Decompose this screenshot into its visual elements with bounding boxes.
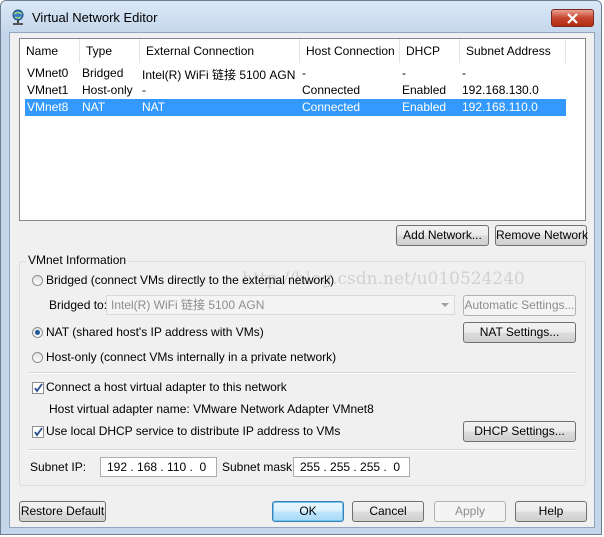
cell-dhcp: -: [402, 66, 406, 80]
cell-subnet: -: [462, 66, 466, 80]
window: Virtual Network Editor Name Type Externa…: [0, 0, 602, 535]
bridged-radio[interactable]: [32, 275, 43, 286]
add-network-button[interactable]: Add Network...: [396, 225, 489, 246]
cell-host: Connected: [302, 83, 361, 97]
connect-adapter-label[interactable]: Connect a host virtual adapter to this n…: [46, 380, 287, 394]
cell-host: Connected: [302, 100, 361, 114]
remove-network-button[interactable]: Remove Network: [495, 225, 588, 246]
apply-button[interactable]: Apply: [434, 501, 506, 522]
network-list[interactable]: Name Type External Connection Host Conne…: [19, 38, 586, 221]
adapter-name-label: Host virtual adapter name: VMware Networ…: [49, 402, 374, 416]
column-header-dhcp[interactable]: DHCP: [400, 39, 460, 63]
dhcp-settings-button[interactable]: DHCP Settings...: [463, 421, 576, 442]
nat-label[interactable]: NAT (shared host's IP address with VMs): [46, 325, 264, 339]
checkmark-icon: [34, 383, 43, 393]
checkmark-icon: [34, 427, 43, 437]
subnet-ip-input[interactable]: 192 . 168 . 110 . 0: [100, 457, 217, 477]
window-title: Virtual Network Editor: [32, 10, 158, 25]
automatic-settings-button[interactable]: Automatic Settings...: [463, 295, 576, 316]
dhcp-checkbox[interactable]: [32, 426, 44, 438]
table-row[interactable]: VMnet1 Host-only - Connected Enabled 192…: [25, 82, 566, 99]
cancel-button[interactable]: Cancel: [352, 501, 424, 522]
vmnet-info-label: VMnet Information: [26, 253, 129, 267]
column-header-subnet[interactable]: Subnet Address: [460, 39, 566, 63]
bridged-to-value: Intel(R) WiFi 链接 5100 AGN: [111, 298, 265, 312]
cell-name: VMnet0: [27, 66, 69, 80]
hostonly-label[interactable]: Host-only (connect VMs internally in a p…: [46, 350, 336, 364]
cell-name: VMnet1: [27, 83, 69, 97]
bridged-to-select[interactable]: Intel(R) WiFi 链接 5100 AGN: [106, 295, 455, 315]
column-header-external[interactable]: External Connection: [140, 39, 300, 63]
dialog-client: Name Type External Connection Host Conne…: [9, 32, 595, 528]
close-button[interactable]: [551, 9, 594, 27]
nat-settings-button[interactable]: NAT Settings...: [463, 322, 576, 343]
table-row-selected[interactable]: VMnet8 NAT NAT Connected Enabled 192.168…: [25, 99, 566, 116]
cell-external: Intel(R) WiFi 链接 5100 AGN: [142, 68, 296, 82]
cell-name: VMnet8: [27, 100, 69, 114]
bridged-label[interactable]: Bridged (connect VMs directly to the ext…: [46, 273, 334, 287]
nat-radio[interactable]: [32, 327, 43, 338]
column-header-name[interactable]: Name: [20, 39, 80, 63]
cell-dhcp: Enabled: [402, 100, 447, 114]
cell-host: -: [302, 66, 306, 80]
cell-external: -: [142, 83, 146, 97]
cell-type: NAT: [82, 100, 106, 114]
network-globe-icon: [12, 9, 24, 25]
cell-type: Host-only: [82, 83, 133, 97]
connect-adapter-checkbox[interactable]: [32, 382, 44, 394]
subnet-ip-label: Subnet IP:: [30, 460, 87, 474]
radio-selected-dot: [35, 330, 40, 335]
cell-type: Bridged: [82, 66, 124, 80]
subnet-mask-input[interactable]: 255 . 255 . 255 . 0: [293, 457, 410, 477]
title-bar[interactable]: Virtual Network Editor: [1, 1, 601, 33]
restore-default-button[interactable]: Restore Default: [19, 501, 106, 522]
column-header-host[interactable]: Host Connection: [300, 39, 400, 63]
table-row[interactable]: VMnet0 Bridged Intel(R) WiFi 链接 5100 AGN…: [25, 65, 566, 82]
close-icon: [567, 13, 578, 24]
dhcp-label[interactable]: Use local DHCP service to distribute IP …: [46, 424, 340, 438]
cell-subnet: 192.168.110.0: [462, 100, 538, 114]
cell-external: NAT: [142, 100, 166, 114]
cell-dhcp: Enabled: [402, 83, 447, 97]
ok-button[interactable]: OK: [272, 501, 344, 522]
divider: [29, 372, 576, 374]
divider: [29, 449, 576, 451]
hostonly-radio[interactable]: [32, 352, 43, 363]
chevron-down-icon: [441, 303, 449, 307]
help-button[interactable]: Help: [515, 501, 587, 522]
bridged-to-label: Bridged to:: [49, 298, 108, 312]
column-header-type[interactable]: Type: [80, 39, 140, 63]
cell-subnet: 192.168.130.0: [462, 83, 539, 97]
subnet-mask-label: Subnet mask:: [222, 460, 296, 474]
